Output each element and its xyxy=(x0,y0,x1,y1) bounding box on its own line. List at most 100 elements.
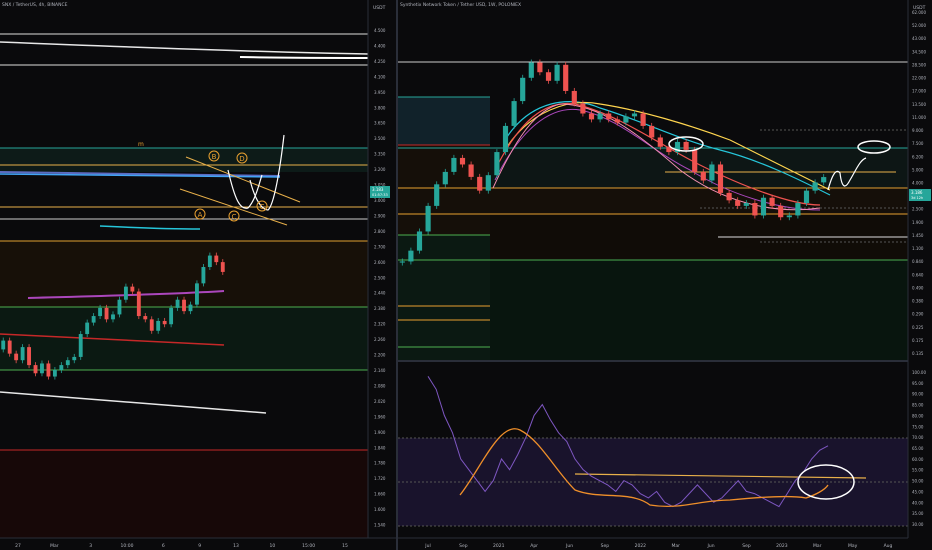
right-price-tick: 28.500 xyxy=(912,62,926,67)
left-price-tick: 3.950 xyxy=(374,90,386,95)
left-time-tick: 15 xyxy=(342,543,348,549)
right-candle xyxy=(563,64,569,91)
left-price-tick: 1.720 xyxy=(374,476,386,481)
right-candle xyxy=(631,113,638,117)
left-price-tick: 1.840 xyxy=(374,445,386,450)
left-candle xyxy=(182,299,186,312)
left-price-tick: 4.500 xyxy=(374,28,386,33)
wave-label-c: C xyxy=(232,213,237,221)
left-candle xyxy=(14,353,19,361)
left-candle xyxy=(220,262,225,272)
left-candle xyxy=(188,304,193,312)
right-time-tick: Jun xyxy=(707,543,715,549)
left-price-badge: 3.183 xyxy=(372,187,384,192)
right-candle xyxy=(442,171,448,185)
right-candle xyxy=(580,103,586,114)
left-candle xyxy=(175,299,180,308)
left-price-tick: 1.780 xyxy=(374,461,386,466)
rsi-tick: 65.00 xyxy=(912,446,924,451)
left-candle xyxy=(149,319,154,331)
left-candle xyxy=(91,316,96,323)
left-candle xyxy=(156,320,161,331)
left-price-tick: 3.200 xyxy=(374,167,386,172)
left-price-tick: 3.000 xyxy=(374,198,386,203)
right-candle xyxy=(786,215,792,218)
left-price-tick: 2.600 xyxy=(374,260,386,265)
right-time-tick: Aug xyxy=(884,543,893,549)
left-candle xyxy=(59,365,64,370)
right-candle xyxy=(812,182,818,191)
right-chart-panel[interactable]: Synthetix Network Token / Tether USD, 1W… xyxy=(398,0,908,360)
right-price-tick: 62.000 xyxy=(912,10,926,15)
right-price-tick: 17.000 xyxy=(912,89,926,94)
right-price-tick: 0.175 xyxy=(912,338,924,343)
right-price-tick: 0.380 xyxy=(912,299,924,304)
right-candle xyxy=(554,64,560,81)
left-price-tick: 3.350 xyxy=(374,152,386,157)
left-candle xyxy=(46,363,51,377)
left-candle xyxy=(27,347,31,366)
left-price-tick: 2.500 xyxy=(374,275,386,280)
right-price-tick: 52.000 xyxy=(912,23,926,28)
left-candle xyxy=(214,255,219,263)
right-time-tick: May xyxy=(848,543,858,549)
left-currency-label: USDT xyxy=(373,5,386,11)
left-candle xyxy=(136,291,141,317)
right-candle xyxy=(399,261,405,263)
left-candle xyxy=(40,363,44,374)
rsi-tick: 60.00 xyxy=(912,457,924,462)
left-candle xyxy=(1,340,6,350)
right-price-axis[interactable]: USDT 62.00052.00043.00034.50028.50022.00… xyxy=(907,0,932,550)
left-time-tick: 9 xyxy=(198,543,201,549)
left-price-tick: 3.800 xyxy=(374,105,386,110)
left-candle xyxy=(201,267,206,284)
right-candle xyxy=(614,119,620,123)
left-candle xyxy=(123,286,128,300)
right-candle xyxy=(760,197,767,216)
left-price-tick: 3.650 xyxy=(374,121,386,126)
right-candle xyxy=(520,77,526,102)
left-price-tick: 2.440 xyxy=(374,291,386,296)
right-candle xyxy=(597,113,603,120)
right-candle xyxy=(477,176,483,191)
right-candle xyxy=(649,125,655,138)
right-time-tick: Sep xyxy=(742,543,751,549)
right-candle xyxy=(606,113,612,120)
left-candle xyxy=(20,347,25,361)
left-time-tick: 10 xyxy=(269,543,275,549)
right-price-tick: 0.135 xyxy=(912,351,924,356)
right-time-tick: Jun xyxy=(565,543,573,549)
left-price-tick: 1.600 xyxy=(374,507,386,512)
rsi-tick: 80.00 xyxy=(912,413,924,418)
left-candle xyxy=(207,255,212,268)
left-candle xyxy=(111,314,115,320)
left-price-tick: 4.100 xyxy=(374,74,386,79)
left-price-axis[interactable]: USDT 4.500 4.400 4.250 4.100 3.950 3.800 3.650… xyxy=(367,0,396,550)
left-time-axis[interactable]: 27 Mar 3 10:00 6 9 13 10 15:00 15 xyxy=(0,537,396,550)
left-price-tick: 2.020 xyxy=(374,399,386,404)
right-price-tick: 0.290 xyxy=(912,312,924,317)
right-time-tick: Sep xyxy=(459,543,468,549)
left-price-tick: 2.140 xyxy=(374,368,386,373)
left-price-tick: 1.540 xyxy=(374,523,386,528)
left-chart-panel[interactable]: B D A C C m SNX / TetherUS, 4h, BINANCE xyxy=(0,0,369,538)
left-candle xyxy=(117,299,122,315)
left-price-tick: 4.400 xyxy=(374,43,386,48)
wave-label-e: C xyxy=(260,203,265,211)
left-price-tick: 1.900 xyxy=(374,430,386,435)
right-time-axis[interactable]: Jul Sep 2021 Apr Jun Sep 2022 Mar Jun Sep 2023 Mar M… xyxy=(398,537,932,550)
left-price-tick: 3.500 xyxy=(374,136,386,141)
left-candle xyxy=(143,316,148,320)
rsi-panel[interactable] xyxy=(398,360,908,538)
left-candle xyxy=(130,286,135,292)
right-price-tick: 11.000 xyxy=(912,115,926,120)
right-time-tick: 2021 xyxy=(493,543,505,549)
left-time-tick: 27 xyxy=(15,543,21,549)
chart-canvas: B D A C C m SNX / TetherUS, 4h, BINANCE … xyxy=(0,0,932,550)
wave-label-a: A xyxy=(198,211,203,219)
right-price-tick: 0.490 xyxy=(912,285,924,290)
rsi-tick: 45.00 xyxy=(912,489,924,494)
right-time-tick: 2023 xyxy=(776,543,788,549)
right-candle xyxy=(735,200,741,206)
rsi-tick: 55.00 xyxy=(912,468,924,473)
